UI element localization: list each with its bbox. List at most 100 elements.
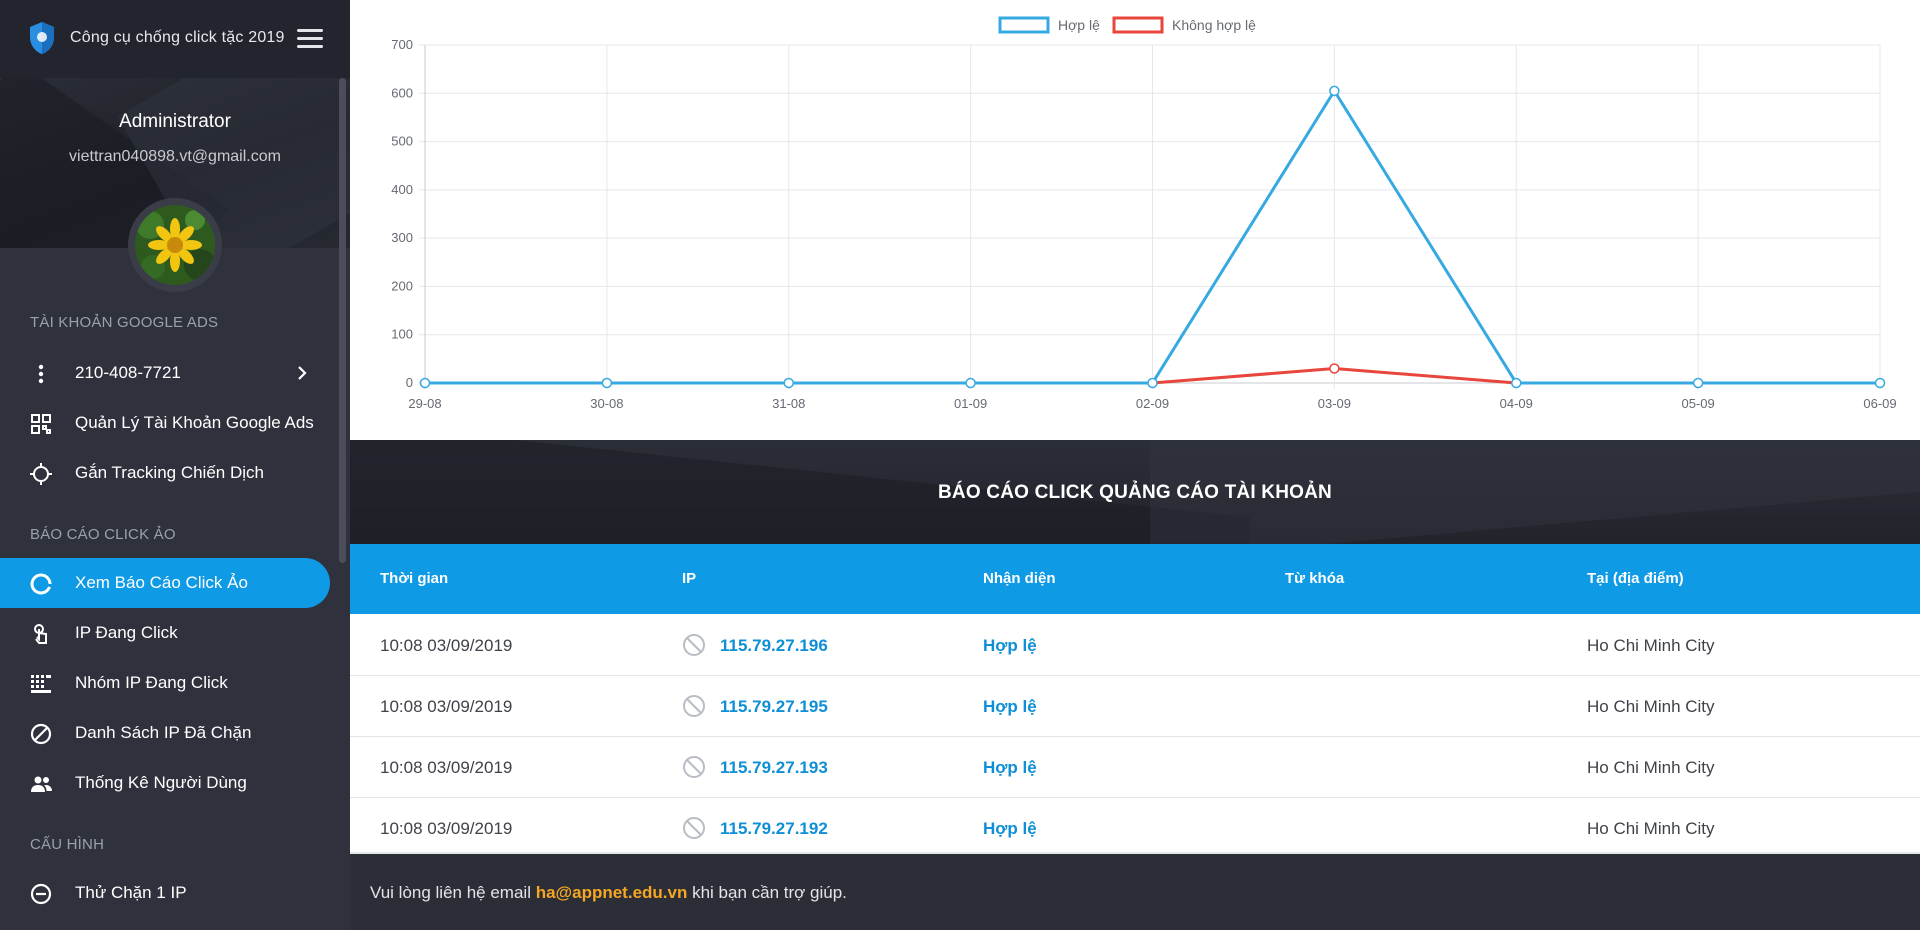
sidebar-item-test-block-ip[interactable]: Thử Chặn 1 IP [0,868,330,918]
y-tick-label: 600 [391,85,413,100]
table-header: Thời gian IP Nhận diện Từ khóa Tại (địa … [350,544,1920,614]
sidebar-item-label: Xem Báo Cáo Click Ảo [75,573,248,592]
menu-toggle-icon[interactable] [297,29,323,49]
cell-status[interactable]: Hợp lệ [983,636,1037,656]
avatar[interactable] [128,198,222,292]
data-point [783,377,794,389]
touch-icon [34,624,47,644]
legend-label: Không hợp lệ [1172,17,1256,33]
sidebar-scrollbar[interactable] [339,78,346,563]
x-tick-label: 06-09 [1863,396,1896,411]
cell-location: Ho Chi Minh City [1587,819,1715,838]
shield-logo-icon [30,22,54,54]
y-tick-label: 700 [391,37,413,52]
cell-location: Ho Chi Minh City [1587,758,1715,777]
sidebar-item-click-report[interactable]: Xem Báo Cáo Click Ảo [0,558,330,608]
sidebar-item-label: Danh Sách IP Đã Chặn [75,723,252,742]
block-ip-icon[interactable] [682,816,706,840]
y-tick-label: 100 [391,327,413,342]
dashboard-icon [31,414,51,434]
y-tick-label: 300 [391,230,413,245]
x-tick-label: 03-09 [1318,396,1351,411]
column-header-location: Tại (địa điểm) [1587,570,1684,587]
sidebar-item-label: Nhóm IP Đang Click [75,673,228,692]
column-header-ip: IP [682,570,697,587]
user-name: Administrator [119,111,231,132]
legend-swatch [998,16,1050,34]
sidebar-item-user-stats[interactable]: Thống Kê Người Dùng [0,758,330,808]
table-row: 10:08 03/09/2019 115.79.27.192 Hợp lệ Ho… [350,798,1920,859]
account-selector[interactable]: 210-408-7721 [0,348,330,398]
block-ip-icon[interactable] [682,633,706,657]
column-header-keyword: Từ khóa [1285,570,1345,587]
x-tick-label: 31-08 [772,396,805,411]
cell-ip[interactable]: 115.79.27.193 [720,758,828,778]
data-point [1692,377,1704,389]
chevron-right-icon [298,366,307,380]
section-config: Cấu hình [30,836,105,853]
sidebar-item-ip-clicking[interactable]: IP Đang Click [0,608,330,658]
y-tick-label: 500 [391,134,413,149]
y-tick-label: 0 [406,375,413,390]
data-point [419,377,431,389]
cell-location: Ho Chi Minh City [1587,697,1715,716]
sidebar-item-label: Gắn Tracking Chiến Dịch [75,463,264,482]
cell-status[interactable]: Hợp lệ [983,697,1037,717]
more-vertical-icon [38,364,44,384]
table-row: 10:08 03/09/2019 115.79.27.193 Hợp lệ Ho… [350,737,1920,798]
data-point [1329,85,1340,97]
x-tick-label: 29-08 [408,396,441,411]
sidebar-item-label: Quản Lý Tài Khoản Google Ads [75,413,314,432]
block-ip-icon[interactable] [682,755,706,779]
report-title: BÁO CÁO CLICK QUẢNG CÁO TÀI KHOẢN [938,482,1332,503]
sidebar-item-ip-groups[interactable]: Nhóm IP Đang Click [0,658,330,708]
footer-text-before: Vui lòng liên hệ email [370,883,531,902]
table-row: 10:08 03/09/2019 115.79.27.195 Hợp lệ Ho… [350,676,1920,737]
data-point [965,377,976,389]
user-email: viettran040898.vt@gmail.com [69,148,281,165]
data-point [1329,363,1340,374]
account-id: 210-408-7721 [75,363,181,382]
sidebar-item-manage-accounts[interactable]: Quản Lý Tài Khoản Google Ads [0,398,330,448]
support-email-link[interactable]: ha@appnet.edu.vn [536,883,688,902]
sidebar-item-label: IP Đang Click [75,623,178,642]
sidebar-item-blocked-ips[interactable]: Danh Sách IP Đã Chặn [0,708,330,758]
crosshair-icon [30,463,52,485]
grid-list-icon [31,675,51,693]
y-tick-label: 200 [391,278,413,293]
cell-status[interactable]: Hợp lệ [983,819,1037,839]
data-point [1874,377,1886,389]
footer-help-text: Vui lòng liên hệ email ha@appnet.edu.vn … [370,883,847,903]
cell-location: Ho Chi Minh City [1587,636,1715,655]
sidebar-topbar: Công cụ chống click tặc 2019 [0,0,350,78]
cell-ip[interactable]: 115.79.27.192 [720,819,828,839]
sidebar: Công cụ chống click tặc 2019 Administrat… [0,0,350,930]
footer: Vui lòng liên hệ email ha@appnet.edu.vn … [350,852,1920,930]
x-tick-label: 01-09 [954,396,987,411]
x-tick-label: 30-08 [590,396,623,411]
x-tick-label: 05-09 [1682,396,1715,411]
section-click-report: Báo cáo click ảo [30,526,176,543]
section-google-ads: Tài khoản Google Ads [30,314,219,331]
block-icon [30,723,52,745]
data-point [1147,377,1158,389]
cell-time: 10:08 03/09/2019 [380,819,513,838]
sidebar-item-tracking[interactable]: Gắn Tracking Chiến Dịch [0,448,330,498]
table-row: 10:08 03/09/2019 115.79.27.196 Hợp lệ Ho… [350,615,1920,676]
cell-ip[interactable]: 115.79.27.196 [720,636,828,656]
footer-text-after: khi bạn cần trợ giúp. [692,883,847,902]
cell-status[interactable]: Hợp lệ [983,758,1037,778]
data-point [1511,377,1522,389]
donut-chart-icon [30,573,52,595]
column-header-time: Thời gian [380,570,449,587]
app-title: Công cụ chống click tặc 2019 [70,29,285,46]
sidebar-item-label: Thống Kê Người Dùng [75,773,247,792]
cell-time: 10:08 03/09/2019 [380,697,513,716]
people-icon [31,776,52,792]
flower-avatar-image [135,205,216,285]
column-header-status: Nhận diện [983,570,1056,587]
data-point [601,377,613,389]
block-ip-icon[interactable] [682,694,706,718]
cell-ip[interactable]: 115.79.27.195 [720,697,828,717]
sidebar-item-label: Thử Chặn 1 IP [75,883,187,902]
